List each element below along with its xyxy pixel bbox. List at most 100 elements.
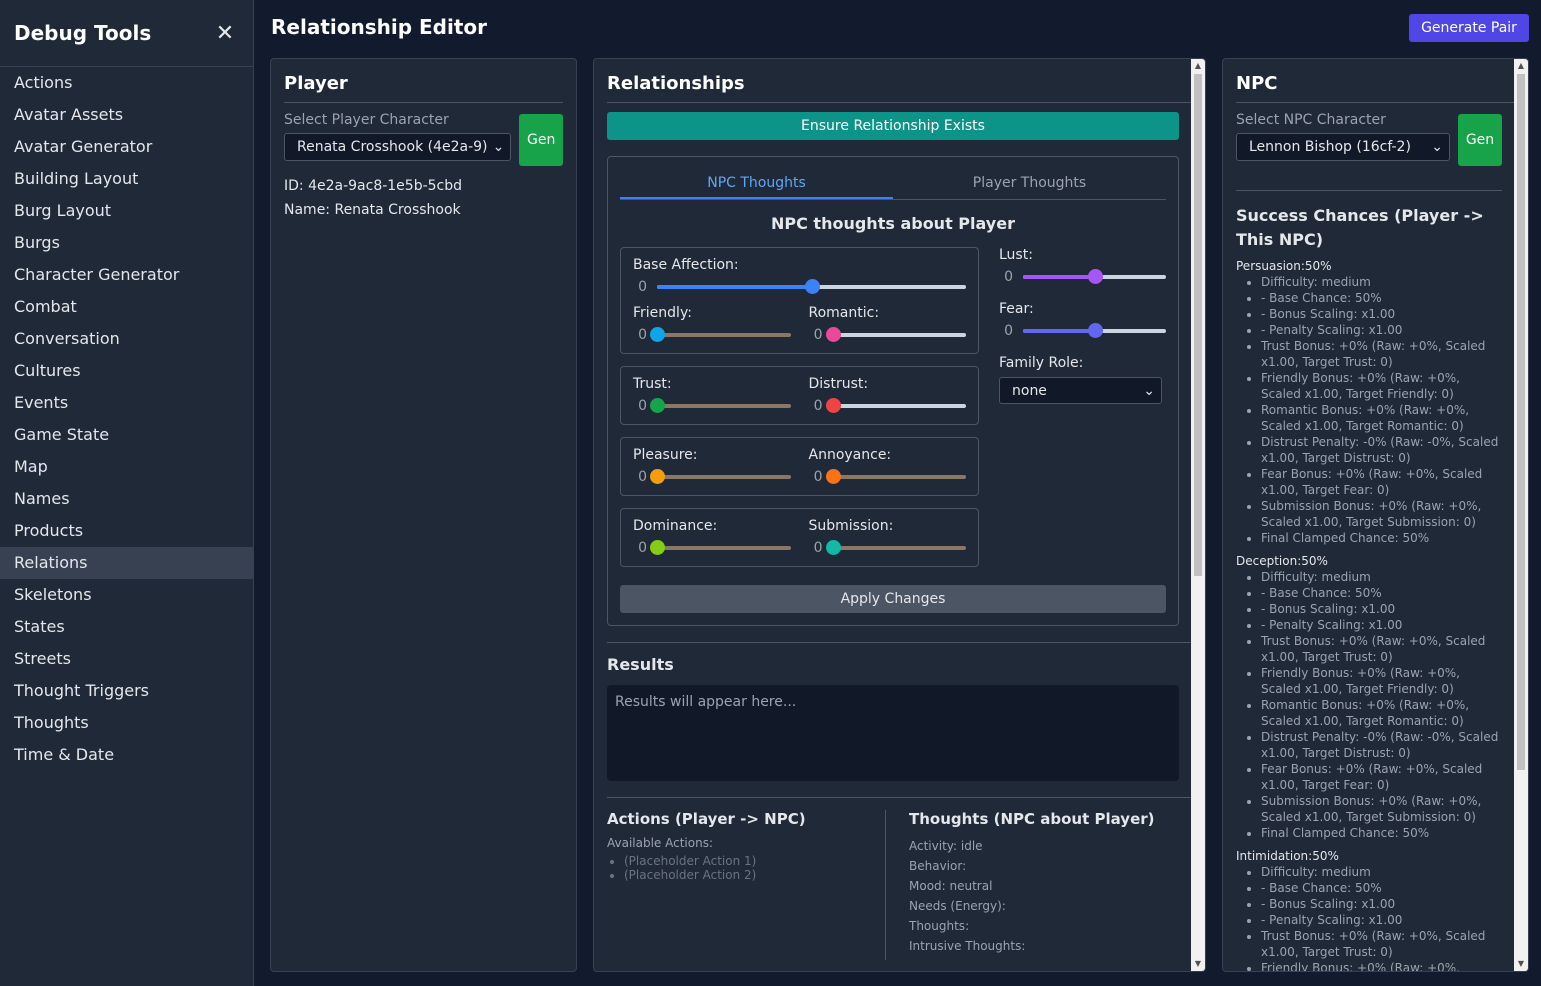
slider-thumb[interactable] <box>825 398 841 413</box>
player-gen-button[interactable]: Gen <box>519 114 563 166</box>
sidebar-item-states[interactable]: States <box>0 611 253 643</box>
pleasure-group: Pleasure: 0 Annoyance: 0 <box>620 437 979 496</box>
friendly-slider[interactable] <box>650 327 791 342</box>
slider-thumb[interactable] <box>1087 269 1103 284</box>
success-detail: Submission Bonus: +0% (Raw: +0%, Scaled … <box>1261 793 1502 825</box>
chevron-down-icon: ⌄ <box>492 139 505 155</box>
success-detail: Difficulty: medium <box>1261 274 1502 290</box>
npc-gen-button[interactable]: Gen <box>1458 114 1502 166</box>
slider-fill <box>657 285 812 289</box>
pleasure-label: Pleasure: <box>633 447 698 463</box>
divider <box>607 642 1192 643</box>
npc-thoughts-title: Thoughts (NPC about Player) <box>909 810 1155 828</box>
sidebar-item-thoughts[interactable]: Thoughts <box>0 707 253 739</box>
action-item[interactable]: (Placeholder Action 2) <box>624 868 873 882</box>
sidebar-item-relations[interactable]: Relations <box>0 547 253 579</box>
dominance-slider[interactable] <box>650 540 791 555</box>
base-affection-label: Base Affection: <box>633 257 739 273</box>
close-icon[interactable]: ✕ <box>211 21 239 46</box>
tab-player-thoughts[interactable]: Player Thoughts <box>893 167 1166 199</box>
success-detail: Final Clamped Chance: 50% <box>1261 825 1502 841</box>
tab-npc-thoughts[interactable]: NPC Thoughts <box>620 167 893 199</box>
sidebar-item-streets[interactable]: Streets <box>0 643 253 675</box>
scrollbar[interactable]: ▲ ▼ <box>1514 59 1528 971</box>
family-role-select[interactable]: none ⌄ <box>999 377 1162 404</box>
scroll-down-icon[interactable]: ▼ <box>1191 957 1205 971</box>
sidebar-item-combat[interactable]: Combat <box>0 291 253 323</box>
scrollbar-thumb[interactable] <box>1194 74 1202 576</box>
success-detail: Final Clamped Chance: 50% <box>1261 530 1502 546</box>
pleasure-slider[interactable] <box>650 469 791 484</box>
fear-value: 0 <box>1004 323 1013 339</box>
sidebar-item-game-state[interactable]: Game State <box>0 419 253 451</box>
lust-slider[interactable] <box>1023 269 1166 284</box>
scrollbar-thumb[interactable] <box>1517 74 1525 770</box>
scroll-down-icon[interactable]: ▼ <box>1514 957 1528 971</box>
action-item[interactable]: (Placeholder Action 1) <box>624 854 873 868</box>
slider-thumb[interactable] <box>804 279 820 294</box>
divider <box>607 797 1192 798</box>
scroll-up-icon[interactable]: ▲ <box>1514 59 1528 73</box>
npc-select[interactable]: Lennon Bishop (16cf-2) ⌄ <box>1236 133 1450 161</box>
success-section-list: Difficulty: medium- Base Chance: 50%- Bo… <box>1236 864 1502 971</box>
npc-title: NPC <box>1236 73 1515 103</box>
chevron-down-icon: ⌄ <box>1143 382 1155 399</box>
scroll-up-icon[interactable]: ▲ <box>1191 59 1205 73</box>
annoyance-value: 0 <box>813 469 823 485</box>
slider-thumb[interactable] <box>650 327 665 342</box>
success-detail: - Bonus Scaling: x1.00 <box>1261 601 1502 617</box>
sidebar-item-products[interactable]: Products <box>0 515 253 547</box>
slider-thumb[interactable] <box>825 540 841 555</box>
success-chances-title: Success Chances (Player -> This NPC) <box>1236 206 1484 249</box>
lust-label: Lust: <box>999 247 1033 263</box>
sidebar-item-character-generator[interactable]: Character Generator <box>0 259 253 291</box>
apply-changes-button[interactable]: Apply Changes <box>620 585 1166 613</box>
distrust-slider[interactable] <box>825 398 966 413</box>
annoyance-slider[interactable] <box>825 469 966 484</box>
thought-line: Behavior: <box>909 859 967 873</box>
scrollbar[interactable]: ▲ ▼ <box>1191 59 1205 971</box>
submission-slider[interactable] <box>825 540 966 555</box>
sidebar-item-names[interactable]: Names <box>0 483 253 515</box>
sidebar-item-actions[interactable]: Actions <box>0 67 253 99</box>
lust-value: 0 <box>1004 269 1013 285</box>
sidebar-item-building-layout[interactable]: Building Layout <box>0 163 253 195</box>
success-detail: Romantic Bonus: +0% (Raw: +0%, Scaled x1… <box>1261 697 1502 729</box>
success-section-title: Deception:50% <box>1236 554 1328 568</box>
slider-thumb[interactable] <box>650 398 665 413</box>
sidebar-item-events[interactable]: Events <box>0 387 253 419</box>
slider-thumb[interactable] <box>825 469 841 484</box>
success-detail: Friendly Bonus: +0% (Raw: +0%, <box>1261 960 1502 971</box>
success-detail: Romantic Bonus: +0% (Raw: +0%, Scaled x1… <box>1261 402 1502 434</box>
sidebar-item-map[interactable]: Map <box>0 451 253 483</box>
sidebar-item-conversation[interactable]: Conversation <box>0 323 253 355</box>
romantic-value: 0 <box>813 327 823 343</box>
sidebar-item-thought-triggers[interactable]: Thought Triggers <box>0 675 253 707</box>
sidebar-item-avatar-assets[interactable]: Avatar Assets <box>0 99 253 131</box>
sidebar-item-burg-layout[interactable]: Burg Layout <box>0 195 253 227</box>
romantic-slider[interactable] <box>825 327 966 342</box>
annoyance-label: Annoyance: <box>808 447 892 463</box>
success-detail: Fear Bonus: +0% (Raw: +0%, Scaled x1.00,… <box>1261 761 1502 793</box>
affection-group: Base Affection: 0 Friendly: 0 Romantic: … <box>620 247 979 354</box>
sidebar-item-time-date[interactable]: Time & Date <box>0 739 253 771</box>
sidebar-item-cultures[interactable]: Cultures <box>0 355 253 387</box>
player-select-value: Renata Crosshook (4e2a-9) <box>297 139 488 155</box>
slider-thumb[interactable] <box>650 540 665 555</box>
thought-line: Thoughts: <box>909 919 970 933</box>
slider-thumb[interactable] <box>650 469 665 484</box>
success-section-list: Difficulty: medium- Base Chance: 50%- Bo… <box>1236 274 1502 546</box>
generate-pair-button[interactable]: Generate Pair <box>1409 14 1529 42</box>
sidebar-item-skeletons[interactable]: Skeletons <box>0 579 253 611</box>
fear-slider[interactable] <box>1023 323 1166 338</box>
sidebar-item-burgs[interactable]: Burgs <box>0 227 253 259</box>
success-detail: Friendly Bonus: +0% (Raw: +0%, Scaled x1… <box>1261 665 1502 697</box>
player-select[interactable]: Renata Crosshook (4e2a-9) ⌄ <box>284 133 512 161</box>
slider-thumb[interactable] <box>1087 323 1103 338</box>
trust-slider[interactable] <box>650 398 791 413</box>
base-affection-slider[interactable] <box>657 279 966 294</box>
slider-thumb[interactable] <box>825 327 841 342</box>
npc-thoughts-column: Thoughts (NPC about Player) Activity: id… <box>886 810 1155 960</box>
ensure-relationship-button[interactable]: Ensure Relationship Exists <box>607 112 1179 140</box>
sidebar-item-avatar-generator[interactable]: Avatar Generator <box>0 131 253 163</box>
